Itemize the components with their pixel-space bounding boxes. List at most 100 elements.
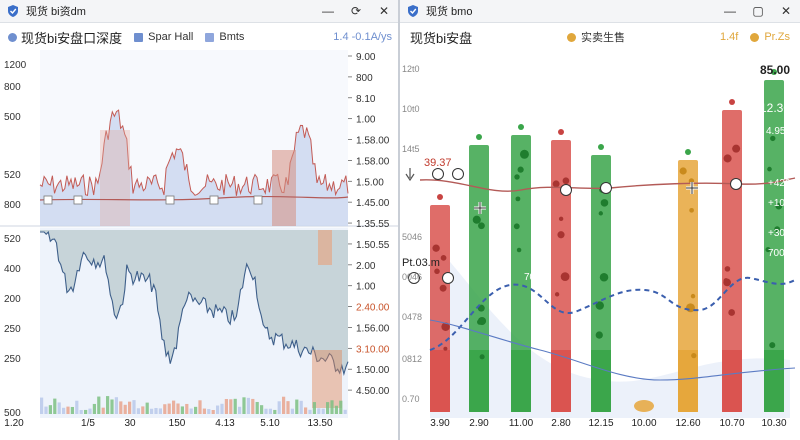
right-chart-title: 现货bi安盘 — [410, 30, 473, 46]
x-tick-label: 12.60 — [675, 418, 701, 429]
legend-item-spar-hall[interactable]: Spar Hall — [134, 31, 193, 43]
volume-bar — [185, 403, 189, 414]
volume-bar — [202, 408, 206, 414]
y-tick-label: 5046 — [402, 232, 422, 242]
bar-speckle — [560, 272, 570, 282]
volume-bar — [48, 405, 52, 414]
legend-label: Bmts — [219, 31, 245, 43]
bar-speckle — [767, 166, 772, 172]
y-tick-label: 2.00 — [356, 261, 376, 272]
bar-speckle — [723, 278, 729, 284]
volume-bar — [53, 398, 57, 414]
bar-speckle — [595, 331, 603, 339]
legend-label: 实卖生售 — [581, 32, 626, 44]
bar-cap-dot — [598, 144, 604, 150]
side-annotation: Pt.03.m — [402, 257, 440, 269]
volume-bar — [114, 397, 118, 414]
left-chart-title: 现货bi安盘口深度 — [21, 30, 123, 46]
bar-base — [551, 350, 571, 412]
bar-speckle — [562, 177, 570, 185]
trade-marker-icon — [73, 195, 83, 205]
bar-base — [469, 350, 489, 412]
bar-speckle — [600, 199, 609, 207]
candle-bar — [469, 134, 489, 412]
volume-bar — [238, 406, 242, 414]
volume-bar — [242, 397, 246, 414]
x-tick-label: 1.20 — [4, 418, 24, 429]
volume-bar — [158, 408, 162, 414]
bar-speckle — [515, 196, 521, 202]
y-tick-label: 1.50.00 — [356, 365, 390, 376]
x-tick-label: 10.00 — [631, 418, 657, 429]
bar-speckle — [479, 354, 485, 360]
volume-bar — [308, 409, 312, 414]
close-button[interactable]: ✕ — [772, 0, 800, 22]
refresh-icon[interactable]: ⟳ — [342, 0, 370, 22]
bar-value-label: +420 — [768, 178, 791, 189]
y-tick-label: 250 — [4, 324, 21, 335]
highlight-zone — [318, 230, 332, 265]
minimize-button[interactable]: — — [716, 0, 744, 22]
left-top-right-label: 1.4 -0.1A/ys — [333, 31, 392, 43]
bar-speckle — [724, 266, 731, 272]
x-tick-label: 12.15 — [588, 418, 614, 429]
bar-cap-dot — [476, 134, 482, 140]
bar-speckle — [557, 231, 565, 239]
bar-cap-dot — [685, 149, 691, 155]
volume-bar — [246, 397, 250, 414]
y-tick-label: 9.00 — [356, 52, 376, 63]
y-tick-label: 520 — [4, 234, 21, 245]
legend-item-sell[interactable]: 实卖生售 — [567, 29, 625, 45]
bar-cap-dot — [558, 129, 564, 135]
x-tick-label: 11.00 — [508, 418, 534, 429]
bar-base — [764, 350, 784, 412]
y-tick-label: 14t5 — [402, 144, 420, 154]
legend-item-bmts[interactable]: Bmts — [205, 31, 244, 43]
volume-bar — [260, 405, 264, 414]
volume-bar — [145, 402, 149, 414]
volume-bar — [88, 408, 92, 414]
volume-bar — [290, 408, 294, 414]
y-tick-label: 1.50.55 — [356, 240, 390, 251]
legend-item-1-4f[interactable]: 1.4f — [720, 31, 738, 43]
volume-bar — [334, 405, 338, 414]
y-tick-label: 1200 — [4, 60, 27, 71]
signal-marker-icon — [600, 182, 612, 194]
volume-bar — [128, 401, 132, 414]
bar-speckle — [552, 180, 560, 188]
y-tick-label: 1.5.00 — [356, 177, 384, 188]
volume-bar — [167, 403, 171, 414]
candle-bar — [430, 194, 450, 412]
volume-bar — [150, 408, 154, 414]
y-tick-label: 200 — [4, 294, 21, 305]
left-depth-chart[interactable]: 1200 800 500 520 800 520 400 200 250 250 500 9.00 80… — [0, 50, 398, 418]
volume-bar — [172, 400, 176, 414]
volume-bar — [92, 403, 96, 414]
close-button[interactable]: ✕ — [370, 0, 398, 22]
volume-bar — [286, 401, 290, 414]
bar-base — [591, 350, 611, 412]
volume-bar — [268, 408, 272, 414]
maximize-button[interactable]: ▢ — [744, 0, 772, 22]
volume-bar — [224, 398, 228, 414]
legend-item-prz[interactable]: Pr.Zs — [750, 31, 790, 43]
volume-bar — [312, 402, 316, 414]
volume-bar — [304, 407, 308, 414]
y-tick-label: 0478 — [402, 312, 422, 322]
y-tick-label: 1.58.00 — [356, 156, 390, 167]
right-title-bar: 现货 bmo — ▢ ✕ — [400, 0, 800, 23]
y-tick-label: 500 — [4, 112, 21, 123]
volume-bar — [299, 400, 303, 414]
signal-marker-icon — [560, 184, 572, 196]
bar-value-label: 70 — [524, 272, 536, 283]
bar-cap-dot — [518, 124, 524, 130]
bar-speckle — [432, 244, 440, 252]
y-tick-label: 12t0 — [402, 64, 420, 74]
minimize-button[interactable]: — — [314, 0, 342, 22]
legend-swatch — [750, 32, 760, 42]
x-tick-label: 2.80 — [551, 418, 571, 429]
right-bar-chart[interactable]: 39.37 Pt.03.m 85.00 12.30 4.95 12t0 10t0 14t5 50… — [400, 50, 800, 418]
bar-speckle — [732, 144, 741, 153]
highlight-zone — [100, 130, 130, 226]
y-tick-label: 10t0 — [402, 104, 420, 114]
